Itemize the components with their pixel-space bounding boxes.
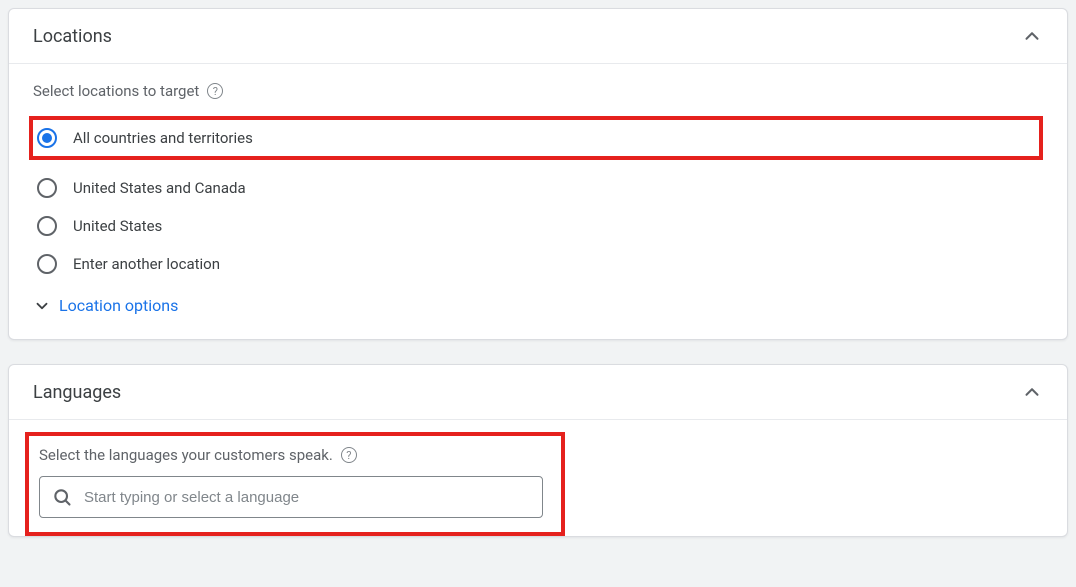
locations-title: Locations	[33, 26, 112, 47]
languages-header[interactable]: Languages	[9, 365, 1067, 420]
language-search-input[interactable]	[84, 489, 530, 506]
locations-card: Locations Select locations to target ? A…	[8, 8, 1068, 340]
languages-card: Languages Select the languages your cust…	[8, 364, 1068, 537]
chevron-up-icon	[1021, 25, 1043, 47]
radio-label: All countries and territories	[73, 129, 253, 147]
radio-all-countries[interactable]: All countries and territories	[37, 128, 253, 148]
locations-subhead: Select locations to target	[33, 82, 199, 100]
radio-label: United States	[73, 217, 162, 235]
help-icon[interactable]: ?	[207, 83, 223, 99]
radio-label: Enter another location	[73, 255, 220, 273]
radio-icon	[37, 254, 57, 274]
location-options-toggle[interactable]: Location options	[33, 296, 1043, 315]
chevron-up-icon	[1021, 381, 1043, 403]
locations-header[interactable]: Locations	[9, 9, 1067, 64]
languages-subhead-row: Select the languages your customers spea…	[39, 446, 543, 464]
highlight-box: Select the languages your customers spea…	[25, 432, 565, 536]
locations-body: Select locations to target ? All countri…	[9, 64, 1067, 339]
radio-label: United States and Canada	[73, 179, 246, 197]
help-icon[interactable]: ?	[341, 447, 357, 463]
highlight-box: All countries and territories	[29, 116, 1043, 160]
languages-title: Languages	[33, 382, 121, 403]
radio-us[interactable]: United States	[37, 216, 1043, 236]
radio-icon	[37, 216, 57, 236]
search-icon	[52, 487, 72, 507]
locations-radio-group: All countries and territories United Sta…	[37, 116, 1043, 274]
radio-icon	[37, 128, 57, 148]
locations-subhead-row: Select locations to target ?	[33, 82, 1043, 100]
radio-another-location[interactable]: Enter another location	[37, 254, 1043, 274]
language-search-box[interactable]	[39, 476, 543, 518]
chevron-down-icon	[33, 297, 51, 315]
radio-icon	[37, 178, 57, 198]
languages-subhead: Select the languages your customers spea…	[39, 446, 333, 464]
radio-us-canada[interactable]: United States and Canada	[37, 178, 1043, 198]
location-options-label: Location options	[59, 296, 178, 315]
languages-body: Select the languages your customers spea…	[9, 432, 1067, 536]
